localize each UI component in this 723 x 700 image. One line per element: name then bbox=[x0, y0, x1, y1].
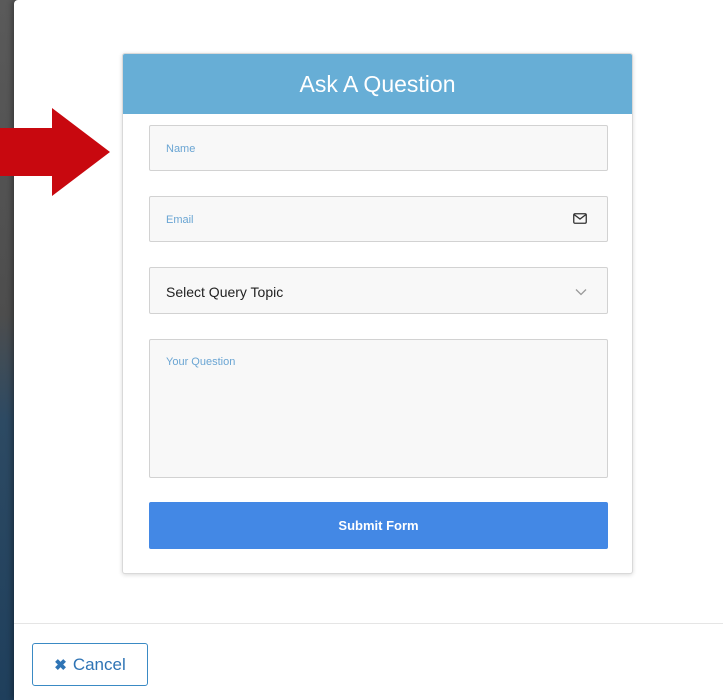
email-placeholder: Email bbox=[166, 214, 194, 226]
submit-label: Submit Form bbox=[338, 518, 419, 533]
question-form-card: Ask A Question Name Email Select Query T… bbox=[122, 53, 633, 574]
name-placeholder: Name bbox=[166, 143, 196, 155]
form-title: Ask A Question bbox=[299, 70, 456, 97]
question-textarea[interactable]: Your Question bbox=[149, 339, 608, 478]
envelope-icon bbox=[573, 213, 587, 224]
cancel-label: Cancel bbox=[72, 654, 126, 674]
query-topic-value: Select Query Topic bbox=[166, 284, 284, 300]
submit-form-button[interactable]: Submit Form bbox=[149, 502, 608, 549]
arrow-right-icon bbox=[0, 108, 110, 196]
cancel-button[interactable]: ✖ Cancel bbox=[32, 643, 148, 686]
query-topic-select[interactable]: Select Query Topic bbox=[149, 267, 608, 314]
question-placeholder: Your Question bbox=[166, 356, 236, 368]
name-input[interactable]: Name bbox=[149, 125, 608, 171]
modal-dialog: Ask A Question Name Email Select Query T… bbox=[14, 0, 723, 700]
chevron-down-icon bbox=[575, 289, 587, 296]
email-input[interactable]: Email bbox=[149, 196, 608, 242]
footer-divider bbox=[14, 623, 723, 624]
close-icon: ✖ bbox=[54, 656, 67, 674]
form-header: Ask A Question bbox=[123, 54, 632, 114]
